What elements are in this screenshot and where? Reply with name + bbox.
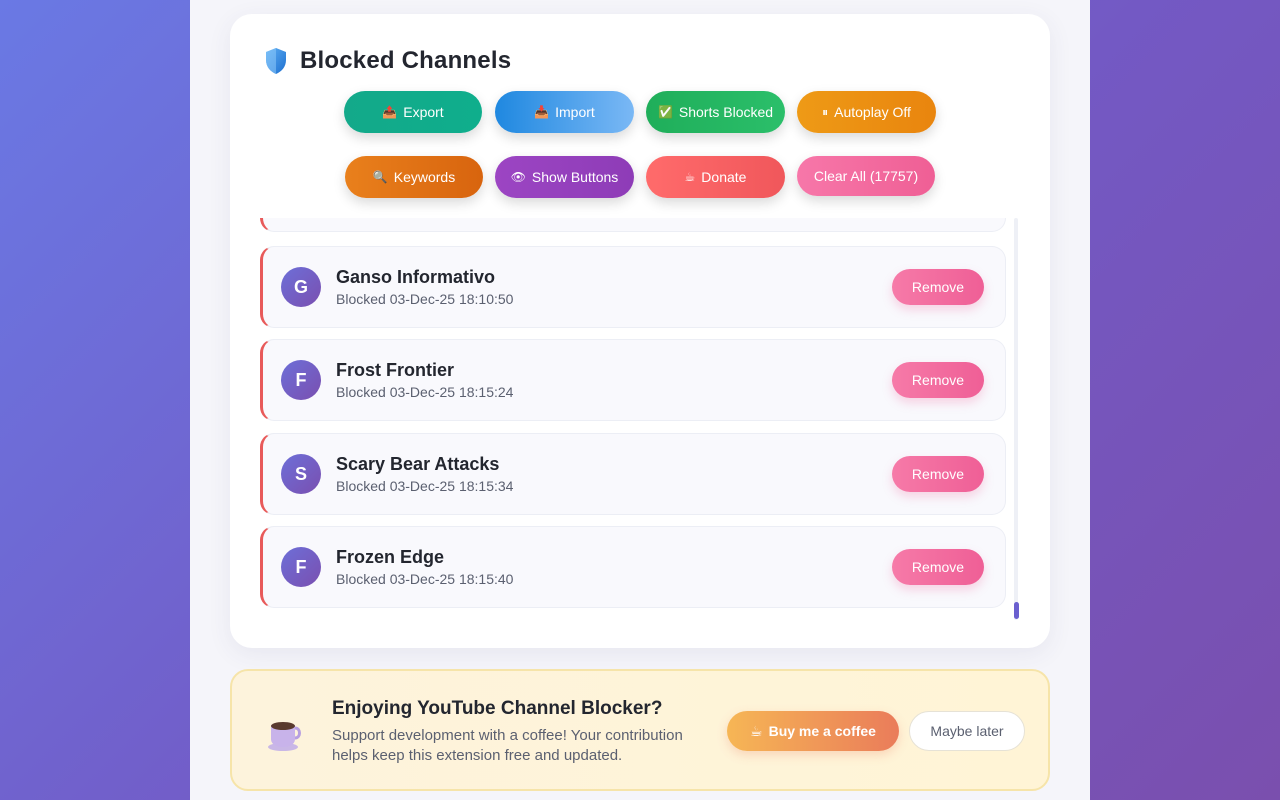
inbox-icon: 📥: [534, 105, 550, 119]
magnifier-icon: 🔍: [372, 170, 388, 184]
maybe-later-button[interactable]: Maybe later: [909, 711, 1025, 751]
list-item: F Frozen Edge Blocked 03-Dec-25 18:15:40…: [260, 526, 1006, 608]
export-button[interactable]: 📤 Export: [344, 91, 482, 133]
donate-button[interactable]: ☕ Donate: [646, 156, 785, 198]
blocked-timestamp: Blocked 03-Dec-25 18:15:40: [336, 571, 514, 587]
blocked-timestamp: Blocked 03-Dec-25 18:15:24: [336, 384, 514, 400]
list-item-partial: [260, 218, 1006, 232]
avatar: F: [281, 360, 321, 400]
blocked-timestamp: Blocked 03-Dec-25 18:10:50: [336, 291, 514, 307]
keywords-label: Keywords: [393, 169, 456, 185]
pause-icon: ⏸: [822, 105, 829, 119]
show-buttons-button[interactable]: 👁 Show Buttons: [495, 156, 634, 198]
outbox-icon: 📤: [382, 105, 398, 119]
coffee-icon: ☕: [684, 170, 696, 184]
autoplay-label: Autoplay Off: [834, 104, 911, 120]
channel-name: Ganso Informativo: [336, 267, 496, 287]
donate-label: Donate: [701, 169, 747, 185]
remove-button[interactable]: Remove: [892, 362, 984, 398]
avatar: F: [281, 547, 321, 587]
scrollbar-track[interactable]: [1014, 218, 1018, 620]
remove-button[interactable]: Remove: [892, 269, 984, 305]
list-item: S Scary Bear Attacks Blocked 03-Dec-25 1…: [260, 433, 1006, 515]
remove-button[interactable]: Remove: [892, 456, 984, 492]
list-item: G Ganso Informativo Blocked 03-Dec-25 18…: [260, 246, 1006, 328]
eye-icon: 👁: [510, 170, 526, 184]
list-item: F Frost Frontier Blocked 03-Dec-25 18:15…: [260, 339, 1006, 421]
page-title: Blocked Channels: [300, 47, 512, 74]
shorts-toggle-button[interactable]: ✅ Shorts Blocked: [646, 91, 785, 133]
remove-button[interactable]: Remove: [892, 549, 984, 585]
scrollbar-thumb[interactable]: [1014, 602, 1019, 619]
import-label: Import: [555, 104, 595, 120]
channel-name: Frozen Edge: [336, 547, 445, 567]
blocked-channels-card: Blocked Channels 📤 Export 📥 Import ✅ Sho…: [230, 14, 1050, 648]
shorts-label: Shorts Blocked: [678, 104, 774, 120]
header: Blocked Channels: [264, 44, 511, 78]
keywords-button[interactable]: 🔍 Keywords: [345, 156, 483, 198]
shield-icon: [266, 48, 286, 74]
channel-name: Scary Bear Attacks: [336, 454, 500, 474]
coffee-icon: ☕: [750, 722, 763, 739]
banner-title: Enjoying YouTube Channel Blocker?: [332, 698, 663, 719]
channel-list[interactable]: G Ganso Informativo Blocked 03-Dec-25 18…: [258, 218, 1018, 622]
avatar: S: [281, 454, 321, 494]
clear-all-button[interactable]: Clear All (17757): [797, 156, 935, 196]
export-label: Export: [403, 104, 444, 120]
support-banner: Enjoying YouTube Channel Blocker? Suppor…: [230, 669, 1050, 791]
channel-name: Frost Frontier: [336, 360, 455, 380]
coffee-cup-icon: [268, 722, 301, 751]
buy-coffee-button[interactable]: ☕ Buy me a coffee: [727, 711, 899, 751]
check-icon: ✅: [657, 105, 673, 119]
banner-text: Support development with a coffee! Your …: [332, 727, 683, 764]
extension-popup: Blocked Channels 📤 Export 📥 Import ✅ Sho…: [190, 0, 1090, 800]
buy-coffee-label: Buy me a coffee: [768, 723, 876, 739]
import-button[interactable]: 📥 Import: [495, 91, 634, 133]
autoplay-toggle-button[interactable]: ⏸ Autoplay Off: [797, 91, 936, 133]
avatar: G: [281, 267, 321, 307]
clear-all-label: Clear All (17757): [813, 168, 919, 184]
blocked-timestamp: Blocked 03-Dec-25 18:15:34: [336, 478, 514, 494]
show-buttons-label: Show Buttons: [531, 169, 619, 185]
